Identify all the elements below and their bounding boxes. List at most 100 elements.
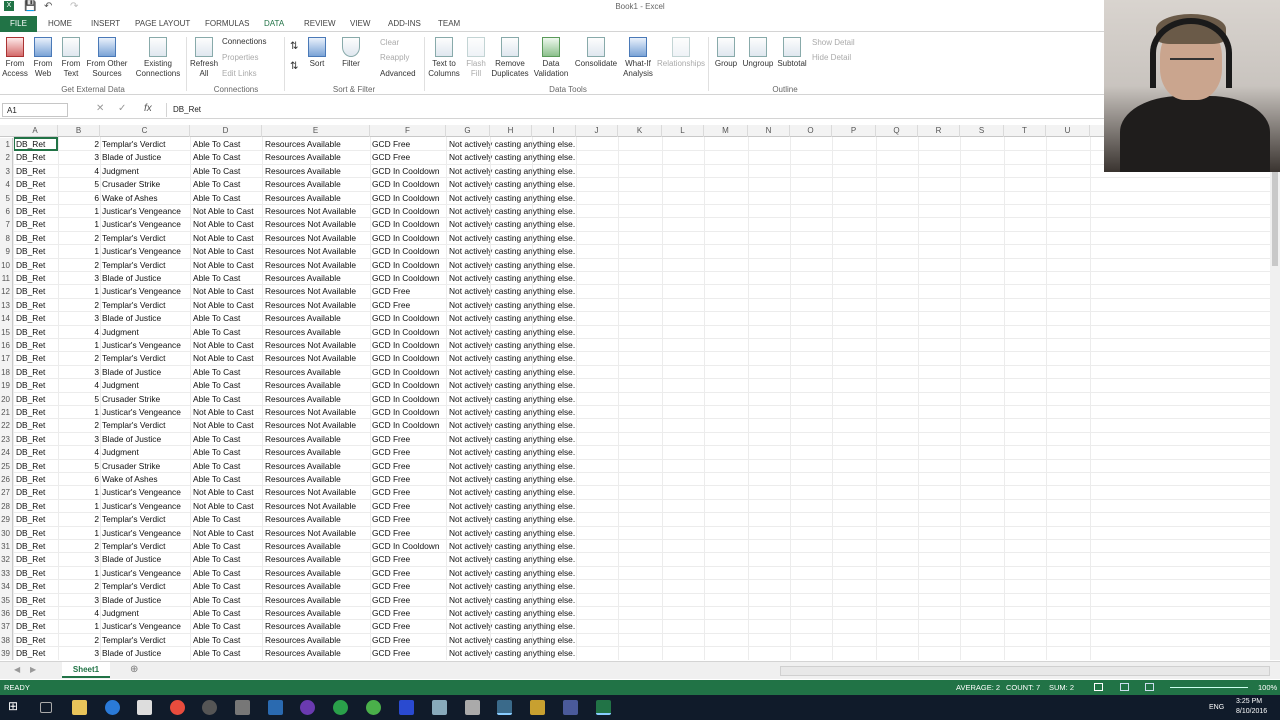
cell[interactable]: Templar's Verdict [102,233,166,243]
cell[interactable]: Resources Available [265,380,341,390]
cell[interactable]: Resources Available [265,447,341,457]
cell[interactable]: Resources Available [265,327,341,337]
cell[interactable]: Not Able to Cast [193,219,254,229]
column-header[interactable]: B [58,125,100,137]
row-header[interactable]: 15 [0,325,13,339]
next-sheet-icon[interactable]: ▶ [30,665,36,674]
column-header[interactable]: R [918,125,960,137]
cell[interactable]: Blade of Justice [102,152,161,162]
cell[interactable]: Not Able to Cast [193,487,254,497]
cell[interactable]: Resources Not Available [265,353,356,363]
cell[interactable]: Not Able to Cast [193,300,254,310]
column-header[interactable]: C [100,125,190,137]
tab-view[interactable]: VIEW [350,19,370,28]
cell[interactable]: 5 [93,179,99,189]
cell[interactable]: GCD Free [372,152,410,162]
cell[interactable]: GCD Free [372,474,410,484]
cell[interactable]: Resources Not Available [265,300,356,310]
cell[interactable]: Resources Available [265,193,341,203]
prev-sheet-icon[interactable]: ◀ [14,665,20,674]
cell[interactable]: Templar's Verdict [102,581,166,591]
edge-icon[interactable] [105,700,120,715]
row-header[interactable]: 31 [0,540,13,554]
cell[interactable]: Not Able to Cast [193,246,254,256]
row-header[interactable]: 11 [0,272,13,286]
row-header[interactable]: 27 [0,486,13,500]
what-if-button[interactable]: What-If Analysis [620,37,656,79]
cell[interactable]: Resources Not Available [265,340,356,350]
undo-icon[interactable]: ↶ [44,1,52,12]
cell[interactable]: 4 [93,327,99,337]
cell[interactable]: GCD Free [372,528,410,538]
row-header[interactable]: 5 [0,191,13,205]
cell[interactable]: Not actively casting anything else. [449,260,575,270]
app-icon[interactable] [497,700,512,715]
save-icon[interactable]: 💾 [24,1,36,12]
cell[interactable]: Not actively casting anything else. [449,648,575,658]
cell[interactable]: DB_Ret [16,635,45,645]
row-header[interactable]: 1 [0,138,13,152]
cell[interactable]: 3 [93,434,99,444]
cell[interactable]: DB_Ret [16,394,45,404]
cell[interactable]: GCD In Cooldown [372,340,440,350]
cell[interactable]: 2 [93,260,99,270]
cell[interactable]: DB_Ret [16,152,45,162]
cell[interactable]: 1 [93,528,99,538]
row-header[interactable]: 17 [0,352,13,366]
cell[interactable]: GCD In Cooldown [372,166,440,176]
cell[interactable]: Blade of Justice [102,434,161,444]
cell[interactable]: GCD In Cooldown [372,420,440,430]
column-header[interactable]: S [960,125,1004,137]
excel-taskbar-icon[interactable] [596,700,611,715]
tab-addins[interactable]: ADD-INS [388,19,421,28]
properties-button[interactable]: Properties [222,53,258,62]
add-sheet-icon[interactable]: ⊕ [130,664,138,675]
app-icon[interactable] [235,700,250,715]
data-validation-button[interactable]: Data Validation [530,37,572,79]
cell[interactable]: Not actively casting anything else. [449,434,575,444]
row-header[interactable]: 33 [0,566,13,581]
tab-page-layout[interactable]: PAGE LAYOUT [135,19,190,28]
cell[interactable]: DB_Ret [16,581,45,591]
cell[interactable]: 1 [93,206,99,216]
cell[interactable]: GCD In Cooldown [372,407,440,417]
cell[interactable]: Able To Cast [193,193,240,203]
cell[interactable]: Resources Not Available [265,286,356,296]
cell[interactable]: Justicar's Vengeance [102,286,181,296]
flash-fill-button[interactable]: Flash Fill [464,37,488,79]
cell[interactable]: GCD Free [372,621,410,631]
cell[interactable]: Judgment [102,447,139,457]
cell[interactable]: Judgment [102,166,139,176]
cell[interactable]: Judgment [102,327,139,337]
cell[interactable]: Resources Available [265,367,341,377]
task-view-icon[interactable] [40,702,52,713]
cell[interactable]: Able To Cast [193,648,240,658]
tab-file[interactable]: FILE [0,16,37,32]
cell[interactable]: DB_Ret [16,407,45,417]
cell[interactable]: GCD Free [372,635,410,645]
row-header[interactable]: 18 [0,365,13,380]
insert-function-icon[interactable]: fx [144,103,152,114]
cell[interactable]: Not actively casting anything else. [449,554,575,564]
cell[interactable]: DB_Ret [16,501,45,511]
cell[interactable]: DB_Ret [16,166,45,176]
windows-start-icon[interactable]: ⊞ [8,699,23,714]
group-button[interactable]: Group [712,37,740,69]
cell[interactable]: 3 [93,554,99,564]
cell[interactable]: Resources Not Available [265,233,356,243]
cell[interactable]: Able To Cast [193,595,240,605]
row-header[interactable]: 7 [0,218,13,232]
cell[interactable]: Resources Available [265,179,341,189]
cell[interactable]: GCD In Cooldown [372,394,440,404]
cell[interactable]: Justicar's Vengeance [102,246,181,256]
cell[interactable]: DB_Ret [16,447,45,457]
cell[interactable]: Not actively casting anything else. [449,514,575,524]
app-icon[interactable] [530,700,545,715]
cell[interactable]: Blade of Justice [102,648,161,658]
cell[interactable]: 5 [93,461,99,471]
row-header[interactable]: 36 [0,607,13,621]
cell[interactable]: 6 [93,193,99,203]
clock-time[interactable]: 3:25 PM [1236,698,1262,705]
row-header[interactable]: 32 [0,553,13,567]
cell[interactable]: Resources Not Available [265,528,356,538]
